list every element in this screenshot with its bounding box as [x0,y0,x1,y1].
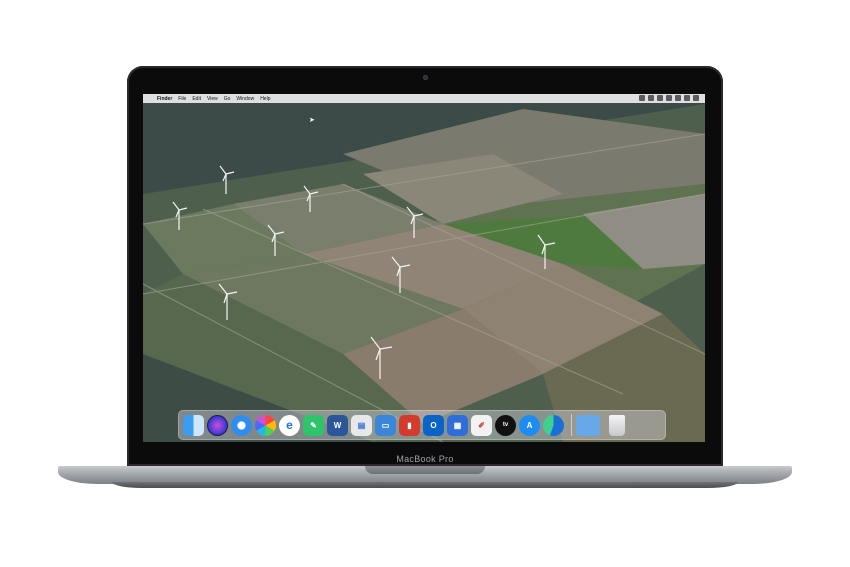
status-icon[interactable] [684,95,690,101]
dock-separator [571,414,572,436]
edge-icon[interactable] [543,414,564,436]
menu-item-edit[interactable]: Edit [192,96,201,102]
keynote-blue-icon[interactable]: ▦ [447,414,468,436]
siri-icon[interactable] [207,414,228,436]
laptop-lid: Finder File Edit View Go Window Help ➤ e… [127,66,723,466]
safari-icon[interactable] [231,414,252,436]
word-icon[interactable]: W [327,414,348,436]
menu-item-go[interactable]: Go [224,96,231,102]
laptop-notch [365,466,485,474]
camera-icon [423,75,428,80]
notes-icon[interactable]: ✎ [303,414,324,436]
menu-item-help[interactable]: Help [260,96,270,102]
dock: e ✎ W ▤ ▭ ▮ O ▦ ✐ tv A [178,410,666,440]
menu-item-finder[interactable]: Finder [157,96,172,102]
photos-icon[interactable] [255,414,276,436]
laptop-base-bottom [112,482,738,488]
status-icons [639,95,699,101]
folder-icon[interactable] [576,414,600,436]
status-icon[interactable] [675,95,681,101]
internet-explorer-icon[interactable]: e [279,414,300,436]
outlook-icon[interactable]: O [423,414,444,436]
monitor-icon[interactable]: ▭ [375,414,396,436]
trash-icon[interactable] [609,414,625,436]
desktop-wallpaper [143,94,705,442]
status-icon[interactable] [639,95,645,101]
finder-icon[interactable] [183,414,204,436]
menu-item-file[interactable]: File [178,96,186,102]
mouse-cursor-icon: ➤ [309,117,315,124]
status-icon[interactable] [666,95,672,101]
paint-icon[interactable]: ✐ [471,414,492,436]
app-store-icon[interactable]: A [519,414,540,436]
keynote-icon[interactable]: ▤ [351,414,372,436]
menu-item-window[interactable]: Window [236,96,254,102]
status-icon[interactable] [693,95,699,101]
device-brand-label: MacBook Pro [396,454,454,464]
screen: Finder File Edit View Go Window Help ➤ e… [143,94,705,442]
apple-tv-icon[interactable]: tv [495,414,516,436]
status-icon[interactable] [657,95,663,101]
menu-item-view[interactable]: View [207,96,218,102]
red-app-icon[interactable]: ▮ [399,414,420,436]
menu-bar: Finder File Edit View Go Window Help [143,94,705,103]
status-icon[interactable] [648,95,654,101]
